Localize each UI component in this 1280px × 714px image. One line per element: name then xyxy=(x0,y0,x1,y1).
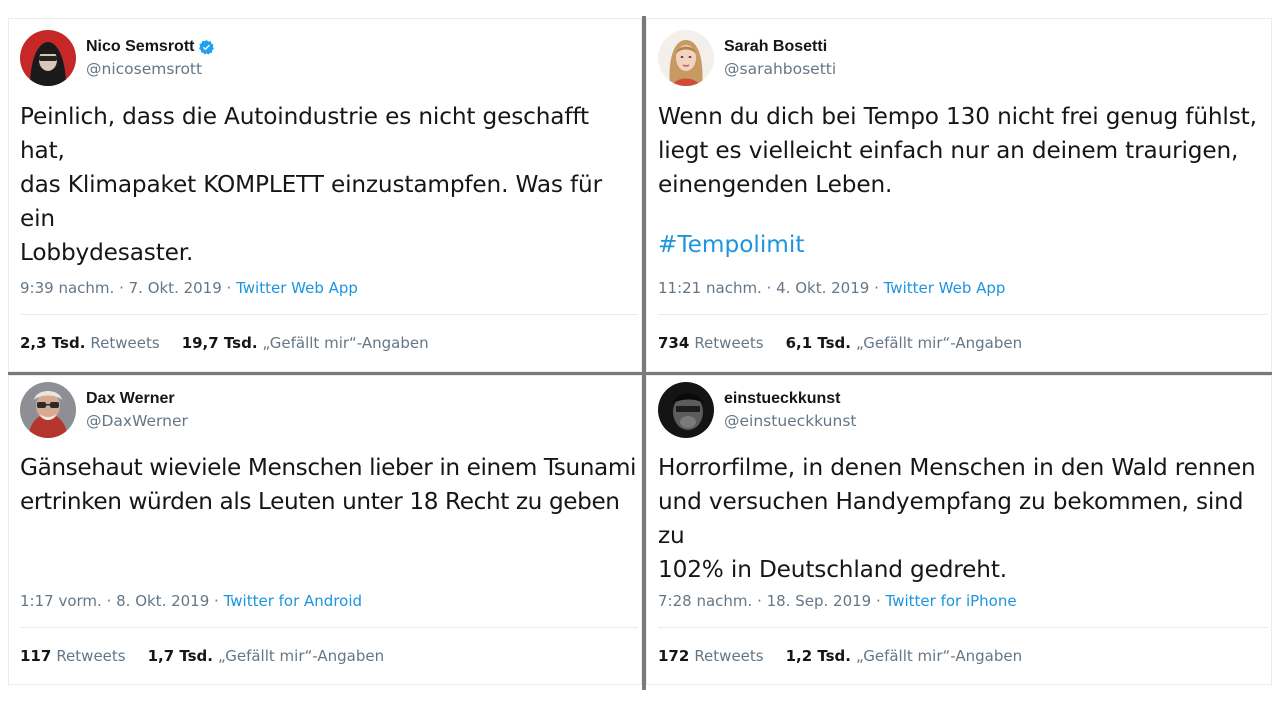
meta-separator: · xyxy=(869,279,884,297)
tweet-text: Horrorfilme, in denen Menschen in den Wa… xyxy=(658,454,1256,583)
tweet-time[interactable]: 7:28 nachm. xyxy=(658,592,752,610)
avatar-hooded-man-icon xyxy=(20,30,76,86)
user-handle[interactable]: @sarahbosetti xyxy=(724,58,836,80)
retweets-count: 2,3 Tsd. xyxy=(20,334,86,352)
tweet-names: einstueckkunst @einstueckkunst xyxy=(724,388,856,432)
avatar[interactable] xyxy=(658,30,714,86)
retweets-stat[interactable]: 734 Retweets xyxy=(658,333,764,353)
tweet-header: Nico Semsrott @nicosemsrott xyxy=(20,30,215,86)
tweet-date[interactable]: 7. Okt. 2019 xyxy=(129,279,222,297)
tweet-stats: 2,3 Tsd. Retweets 19,7 Tsd. „Gefällt mir“-… xyxy=(20,333,451,353)
tweet-stats: 172 Retweets 1,2 Tsd. „Gefällt mir“-Angabe… xyxy=(658,646,1044,666)
avatar-woman-blonde-icon xyxy=(658,30,714,86)
tweet-stats: 734 Retweets 6,1 Tsd. „Gefällt mir“-Angabe… xyxy=(658,333,1044,353)
tweet-date[interactable]: 4. Okt. 2019 xyxy=(776,279,869,297)
tweet-meta: 1:17 vorm. · 8. Okt. 2019 · Twitter for … xyxy=(20,591,362,611)
user-handle[interactable]: @DaxWerner xyxy=(86,410,188,432)
avatar-man-sunglasses-icon xyxy=(20,382,76,438)
divider xyxy=(20,627,638,628)
retweets-count: 117 xyxy=(20,647,52,665)
tweet-source-link[interactable]: Twitter for Android xyxy=(224,592,362,610)
likes-count: 1,7 Tsd. xyxy=(147,647,213,665)
tweet-card-nicosemsrott[interactable]: Nico Semsrott @nicosemsrott Peinlich, da… xyxy=(8,18,642,372)
tweet-meta: 9:39 nachm. · 7. Okt. 2019 · Twitter Web… xyxy=(20,278,358,298)
display-name[interactable]: Sarah Bosetti xyxy=(724,36,836,58)
meta-separator: · xyxy=(209,592,224,610)
display-name-text[interactable]: Nico Semsrott xyxy=(86,36,194,58)
retweets-label: Retweets xyxy=(694,647,764,665)
tweet-source-link[interactable]: Twitter Web App xyxy=(236,279,358,297)
tweet-text: Wenn du dich bei Tempo 130 nicht frei ge… xyxy=(658,103,1257,198)
avatar[interactable] xyxy=(658,382,714,438)
avatar[interactable] xyxy=(20,382,76,438)
display-name[interactable]: Dax Werner xyxy=(86,388,188,410)
tweet-card-einstueckkunst[interactable]: einstueckkunst @einstueckkunst Horrorfil… xyxy=(646,375,1272,685)
hashtag-link[interactable]: #Tempolimit xyxy=(658,228,804,262)
likes-count: 1,2 Tsd. xyxy=(785,647,851,665)
likes-label: „Gefällt mir“-Angaben xyxy=(856,647,1023,665)
retweets-count: 734 xyxy=(658,334,690,352)
display-name[interactable]: einstueckkunst xyxy=(724,388,856,410)
display-name-text[interactable]: Dax Werner xyxy=(86,388,175,410)
likes-label: „Gefällt mir“-Angaben xyxy=(856,334,1023,352)
collage-vertical-separator xyxy=(642,16,646,690)
likes-label: „Gefällt mir“-Angaben xyxy=(262,334,429,352)
tweet-time[interactable]: 11:21 nachm. xyxy=(658,279,762,297)
likes-stat[interactable]: 6,1 Tsd. „Gefällt mir“-Angaben xyxy=(786,333,1023,353)
collage-horizontal-separator xyxy=(8,372,1272,375)
tweet-card-sarahbosetti[interactable]: Sarah Bosetti @sarahbosetti Wenn du dich… xyxy=(646,18,1272,372)
user-handle[interactable]: @nicosemsrott xyxy=(86,58,215,80)
tweet-names: Sarah Bosetti @sarahbosetti xyxy=(724,36,836,80)
meta-separator: · xyxy=(761,279,777,297)
divider xyxy=(658,627,1268,628)
tweet-date[interactable]: 18. Sep. 2019 xyxy=(767,592,872,610)
divider xyxy=(20,314,638,315)
tweet-source-link[interactable]: Twitter Web App xyxy=(884,279,1006,297)
tweet-stats: 117 Retweets 1,7 Tsd. „Gefällt mir“-Angabe… xyxy=(20,646,406,666)
tweet-source-link[interactable]: Twitter for iPhone xyxy=(886,592,1017,610)
retweets-label: Retweets xyxy=(56,647,126,665)
retweets-stat[interactable]: 2,3 Tsd. Retweets xyxy=(20,333,160,353)
tweet-text: Peinlich, dass die Autoindustrie es nich… xyxy=(20,103,602,266)
retweets-stat[interactable]: 117 Retweets xyxy=(20,646,126,666)
tweet-date[interactable]: 8. Okt. 2019 xyxy=(116,592,209,610)
meta-separator: · xyxy=(752,592,767,610)
tweet-time[interactable]: 9:39 nachm. xyxy=(20,279,114,297)
meta-separator: · xyxy=(101,592,117,610)
tweet-card-daxwerner[interactable]: Dax Werner @DaxWerner Gänsehaut wieviele… xyxy=(8,375,642,685)
avatar[interactable] xyxy=(20,30,76,86)
retweets-label: Retweets xyxy=(694,334,764,352)
divider xyxy=(658,314,1268,315)
meta-separator: · xyxy=(114,279,129,297)
tweet-header: Dax Werner @DaxWerner xyxy=(20,382,188,438)
likes-stat[interactable]: 1,2 Tsd. „Gefällt mir“-Angaben xyxy=(786,646,1023,666)
tweet-text: Gänsehaut wieviele Menschen lieber in ei… xyxy=(20,454,637,515)
tweet-header: einstueckkunst @einstueckkunst xyxy=(658,382,856,438)
verified-badge-icon xyxy=(198,39,215,56)
tweet-names: Dax Werner @DaxWerner xyxy=(86,388,188,432)
likes-count: 19,7 Tsd. xyxy=(181,334,258,352)
tweet-meta: 11:21 nachm. · 4. Okt. 2019 · Twitter We… xyxy=(658,278,1005,298)
meta-separator: · xyxy=(221,279,237,297)
meta-separator: · xyxy=(871,592,886,610)
likes-stat[interactable]: 19,7 Tsd. „Gefällt mir“-Angaben xyxy=(182,333,429,353)
retweets-stat[interactable]: 172 Retweets xyxy=(658,646,764,666)
likes-stat[interactable]: 1,7 Tsd. „Gefällt mir“-Angaben xyxy=(148,646,385,666)
user-handle[interactable]: @einstueckkunst xyxy=(724,410,856,432)
display-name[interactable]: Nico Semsrott xyxy=(86,36,215,58)
likes-label: „Gefällt mir“-Angaben xyxy=(218,647,385,665)
display-name-text[interactable]: einstueckkunst xyxy=(724,388,840,410)
tweet-time[interactable]: 1:17 vorm. xyxy=(20,592,102,610)
display-name-text[interactable]: Sarah Bosetti xyxy=(724,36,827,58)
retweets-count: 172 xyxy=(658,647,690,665)
tweet-header: Sarah Bosetti @sarahbosetti xyxy=(658,30,836,86)
tweet-names: Nico Semsrott @nicosemsrott xyxy=(86,36,215,80)
likes-count: 6,1 Tsd. xyxy=(785,334,851,352)
tweet-meta: 7:28 nachm. · 18. Sep. 2019 · Twitter fo… xyxy=(658,591,1017,611)
avatar-dark-portrait-icon xyxy=(658,382,714,438)
retweets-label: Retweets xyxy=(90,334,160,352)
